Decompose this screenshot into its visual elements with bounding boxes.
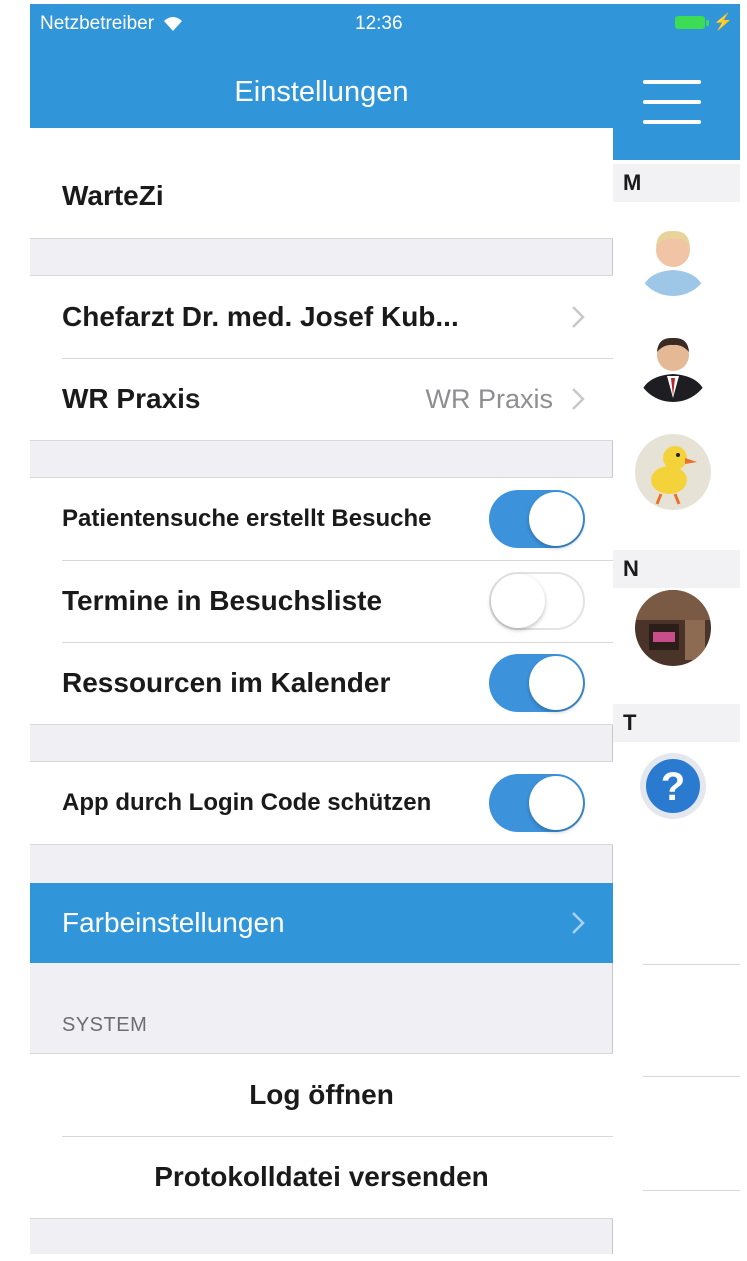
resources-toggle[interactable] xyxy=(489,654,585,712)
toggle-label-patient-search: Patientensuche erstellt Besuche xyxy=(62,505,432,532)
practice-value: WR Praxis xyxy=(425,383,554,414)
color-settings-group: Farbeinstellungen xyxy=(30,883,613,963)
chevron-right-icon xyxy=(572,912,585,934)
system-group: Log öffnen Protokolldatei versenden xyxy=(30,1053,613,1219)
svg-text:?: ? xyxy=(661,765,685,809)
battery-icon xyxy=(675,16,709,29)
contact-avatar-male-blond[interactable] xyxy=(635,220,711,296)
chevron-right-icon xyxy=(572,388,585,410)
account-name: WarteZi xyxy=(62,180,164,211)
toggle-label-login-code: App durch Login Code schützen xyxy=(62,789,432,816)
toggle-label-appointments: Termine in Besuchsliste xyxy=(62,585,383,616)
wifi-icon xyxy=(164,17,183,31)
contact-avatar-unknown[interactable]: ? xyxy=(635,748,711,824)
login-code-toggle[interactable] xyxy=(489,774,585,832)
send-protocol-button[interactable]: Protokolldatei versenden xyxy=(30,1136,613,1218)
toggle-group: Patientensuche erstellt Besuche Termine … xyxy=(30,477,613,725)
toggle-row-resources: Ressourcen im Kalender xyxy=(30,642,613,724)
contact-avatar-male-suit[interactable] xyxy=(635,326,711,402)
charging-bolt-icon: ⚡ xyxy=(713,14,733,31)
practice-group: Chefarzt Dr. med. Josef Kub... WR Praxis… xyxy=(30,275,613,441)
color-settings-label: Farbeinstellungen xyxy=(62,907,285,938)
appointments-toggle[interactable] xyxy=(489,572,585,630)
carrier: Netzbetreiber xyxy=(40,13,184,35)
toggle-row-patient-search: Patientensuche erstellt Besuche xyxy=(30,478,613,560)
contacts-sidebar: M N T ? xyxy=(613,4,740,1254)
section-index-n: N xyxy=(613,550,740,588)
page-title: Einstellungen xyxy=(234,76,409,108)
contact-avatar-duck[interactable] xyxy=(635,434,711,510)
clock: 12:36 xyxy=(355,13,403,34)
color-settings-cell[interactable]: Farbeinstellungen xyxy=(30,883,613,963)
section-index-t: T xyxy=(613,704,740,742)
practice-cell[interactable]: WR Praxis WR Praxis xyxy=(30,358,613,440)
open-log-label: Log öffnen xyxy=(249,1079,394,1110)
toggle-row-login-code: App durch Login Code schützen xyxy=(30,762,613,844)
practice-label: WR Praxis xyxy=(62,383,201,414)
status-bar: Netzbetreiber 12:36 ⚡ xyxy=(30,4,740,40)
chevron-right-icon xyxy=(572,306,585,328)
account-group: WarteZi xyxy=(30,128,613,239)
list-separator xyxy=(643,1190,740,1191)
open-log-button[interactable]: Log öffnen xyxy=(30,1054,613,1136)
carrier-name: Netzbetreiber xyxy=(40,13,155,34)
hamburger-menu-icon[interactable] xyxy=(643,80,701,124)
settings-panel: Einstellungen WarteZi Chefarzt Dr. med. … xyxy=(30,4,613,1254)
doctor-name: Chefarzt Dr. med. Josef Kub... xyxy=(62,301,459,332)
settings-list: WarteZi Chefarzt Dr. med. Josef Kub... W… xyxy=(30,128,613,1219)
send-protocol-label: Protokolldatei versenden xyxy=(154,1161,489,1192)
contact-avatar-photo[interactable] xyxy=(635,590,711,666)
system-section-header: SYSTEM xyxy=(62,1014,148,1036)
list-separator xyxy=(643,964,740,965)
patient-search-toggle[interactable] xyxy=(489,490,585,548)
toggle-row-appointments: Termine in Besuchsliste xyxy=(30,560,613,642)
toggle-label-resources: Ressourcen im Kalender xyxy=(62,667,391,698)
list-separator xyxy=(643,1076,740,1077)
security-group: App durch Login Code schützen xyxy=(30,761,613,845)
account-cell[interactable]: WarteZi xyxy=(30,128,613,238)
section-index-m: M xyxy=(613,164,740,202)
phone-screen: Einstellungen WarteZi Chefarzt Dr. med. … xyxy=(30,4,740,1254)
doctor-cell[interactable]: Chefarzt Dr. med. Josef Kub... xyxy=(30,276,613,358)
